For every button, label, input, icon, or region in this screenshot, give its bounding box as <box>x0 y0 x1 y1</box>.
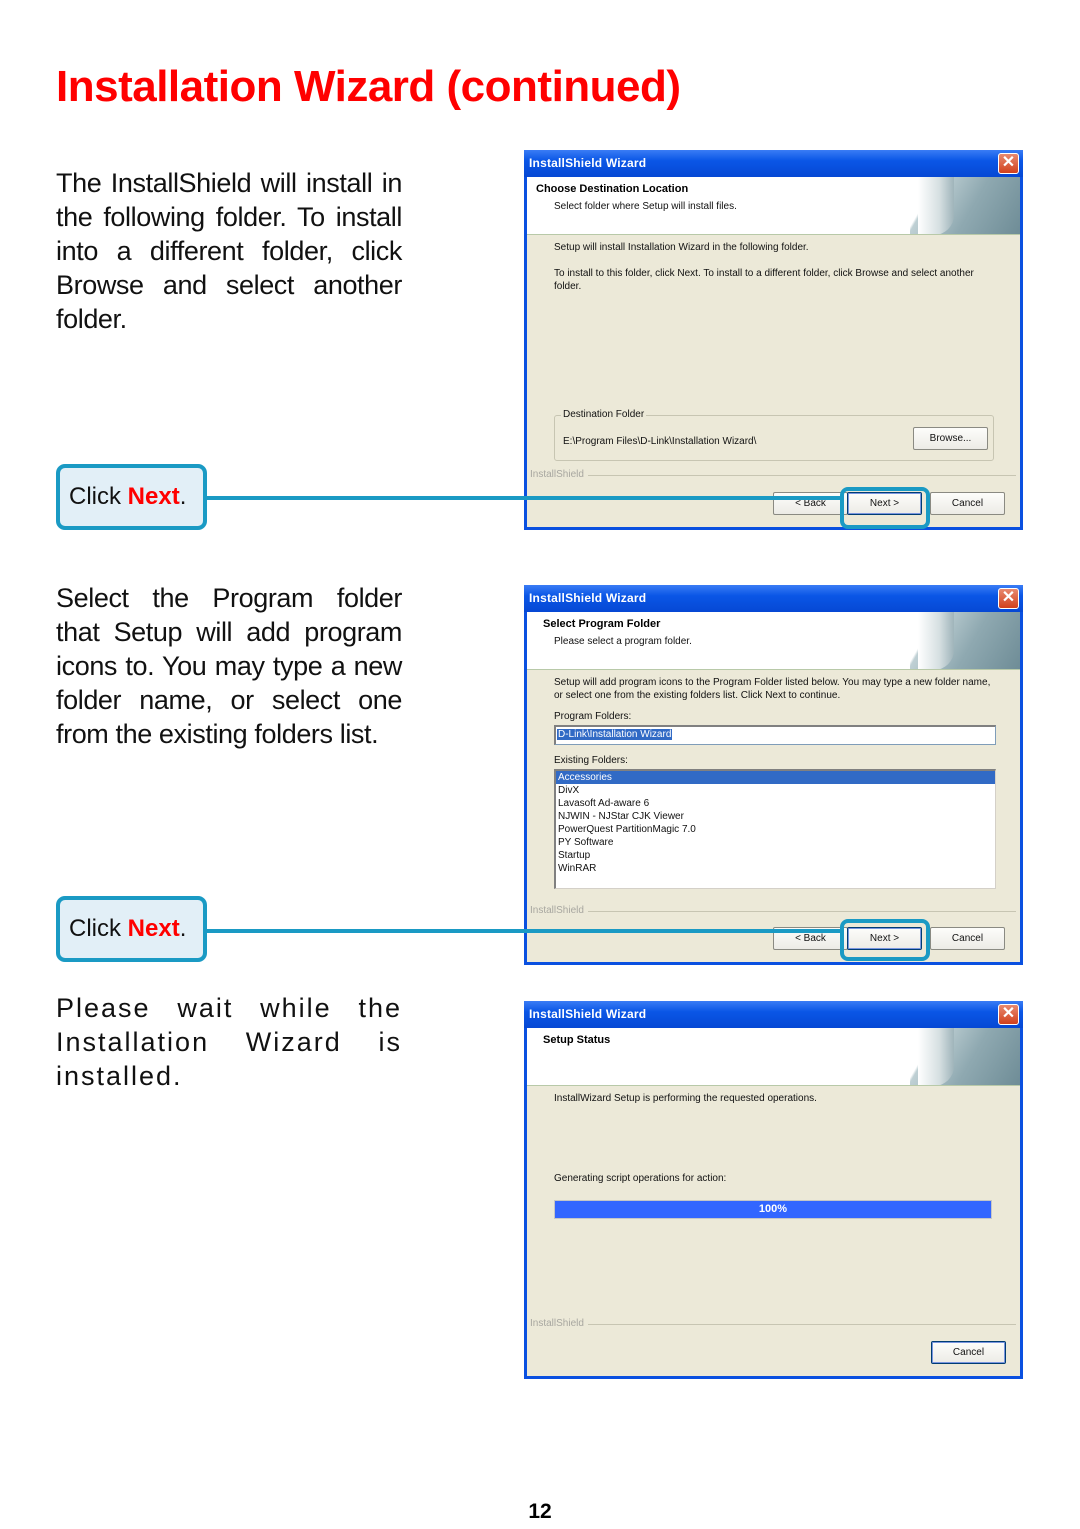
progress-label: 100% <box>758 1203 788 1215</box>
step-2-callout: Click Next. <box>56 896 207 962</box>
list-item[interactable]: PY Software <box>556 836 995 849</box>
header-title: Choose Destination Location <box>536 183 689 195</box>
close-icon[interactable]: ✕ <box>998 153 1019 174</box>
dialog-title: InstallShield Wizard <box>529 591 647 605</box>
brand-label: InstallShield <box>530 469 588 480</box>
header-subtitle: Please select a program folder. <box>554 636 692 647</box>
next-button-highlight-2 <box>840 919 930 961</box>
dialog-line-2: To install to this folder, click Next. T… <box>554 268 974 292</box>
next-button-highlight-1 <box>840 487 930 529</box>
dialog-titlebar: InstallShield Wizard ✕ <box>524 150 1023 177</box>
callout-action: Next <box>127 915 180 942</box>
dialog-header: Select Program Folder Please select a pr… <box>527 612 1020 670</box>
page-title: Installation Wizard (continued) <box>56 62 681 111</box>
dialog-header: Choose Destination Location Select folde… <box>527 177 1020 235</box>
setup-status-dialog: InstallShield Wizard ✕ Setup Status Inst… <box>524 1001 1023 1379</box>
cancel-button[interactable]: Cancel <box>930 492 1005 515</box>
installshield-banner-icon <box>910 612 1020 669</box>
dialog-title: InstallShield Wizard <box>529 1007 647 1021</box>
cancel-button[interactable]: Cancel <box>930 927 1005 950</box>
list-item[interactable]: WinRAR <box>556 862 995 875</box>
program-folder-dialog: InstallShield Wizard ✕ Select Program Fo… <box>524 585 1023 965</box>
status-line-1: InstallWizard Setup is performing the re… <box>554 1093 817 1104</box>
list-item[interactable]: NJWIN - NJStar CJK Viewer <box>556 810 995 823</box>
status-line-2: Generating script operations for action: <box>554 1173 727 1184</box>
dialog-header: Setup Status <box>527 1028 1020 1086</box>
program-folder-value: D-Link\Installation Wizard <box>557 729 673 740</box>
installshield-banner-icon <box>910 177 1020 234</box>
callout-suffix: . <box>179 483 187 510</box>
dialog-titlebar: InstallShield Wizard ✕ <box>524 1001 1023 1028</box>
progress-bar: 100% <box>554 1200 992 1219</box>
header-subtitle: Select folder where Setup will install f… <box>554 201 737 212</box>
list-item[interactable]: DivX <box>556 784 995 797</box>
destination-dialog: InstallShield Wizard ✕ Choose Destinatio… <box>524 150 1023 530</box>
step-2-description: Select the Program folder that Setup wil… <box>56 583 402 749</box>
dialog-line-1: Setup will install Installation Wizard i… <box>554 242 809 253</box>
callout-prefix: Click <box>69 483 128 510</box>
dialog-title: InstallShield Wizard <box>529 156 647 170</box>
callout-connector-2 <box>207 929 843 933</box>
existing-folders-list[interactable]: Accessories DivX Lavasoft Ad-aware 6 NJW… <box>554 769 996 889</box>
callout-action: Next <box>127 483 180 510</box>
brand-label: InstallShield <box>530 1318 588 1329</box>
brand-divider: InstallShield <box>530 1318 1016 1330</box>
existing-folders-label: Existing Folders: <box>554 755 628 766</box>
close-icon[interactable]: ✕ <box>998 588 1019 609</box>
dialog-titlebar: InstallShield Wizard ✕ <box>524 585 1023 612</box>
program-folders-label: Program Folders: <box>554 711 632 722</box>
brand-divider: InstallShield <box>530 905 1016 917</box>
page-number: 12 <box>528 1500 552 1523</box>
destination-path: E:\Program Files\D-Link\Installation Wiz… <box>563 436 757 447</box>
step-3-description: Please wait while the Installation Wizar… <box>56 993 402 1091</box>
callout-suffix: . <box>179 915 187 942</box>
installshield-banner-icon <box>910 1028 1020 1085</box>
destination-folder-group: Destination Folder E:\Program Files\D-Li… <box>554 409 994 461</box>
program-folder-input[interactable]: D-Link\Installation Wizard <box>554 725 996 745</box>
list-item[interactable]: Startup <box>556 849 995 862</box>
dialog-intro: Setup will add program icons to the Prog… <box>554 677 991 701</box>
cancel-button[interactable]: Cancel <box>931 1341 1006 1364</box>
step-1-callout: Click Next. <box>56 464 207 530</box>
step-1-description: The InstallShield will install in the fo… <box>56 168 402 334</box>
close-icon[interactable]: ✕ <box>998 1004 1019 1025</box>
list-item[interactable]: Lavasoft Ad-aware 6 <box>556 797 995 810</box>
list-item[interactable]: Accessories <box>556 771 995 784</box>
group-label: Destination Folder <box>561 409 647 420</box>
callout-connector-1 <box>207 496 843 500</box>
list-item[interactable]: PowerQuest PartitionMagic 7.0 <box>556 823 995 836</box>
brand-divider: InstallShield <box>530 469 1016 481</box>
header-title: Setup Status <box>543 1034 611 1046</box>
header-title: Select Program Folder <box>543 618 661 630</box>
brand-label: InstallShield <box>530 905 588 916</box>
callout-prefix: Click <box>69 915 128 942</box>
browse-button[interactable]: Browse... <box>913 427 988 450</box>
